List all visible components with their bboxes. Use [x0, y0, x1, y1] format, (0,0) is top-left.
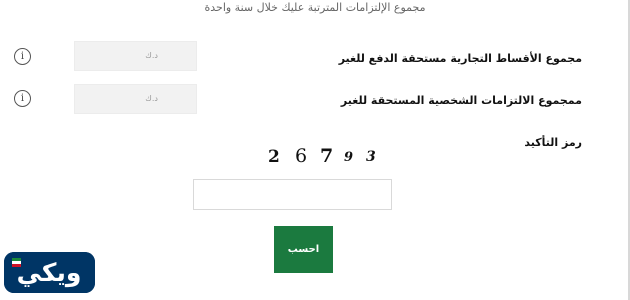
- captcha-char: 2: [268, 147, 280, 167]
- weekay-logo: ويكي: [4, 252, 95, 293]
- section-header: مجموع الإلتزامات المترتبة عليك خلال سنة …: [204, 1, 426, 14]
- personal-obligations-input[interactable]: د.ك: [74, 84, 197, 114]
- captcha-char: 7: [320, 145, 334, 167]
- captcha-image: 2 6 7 9 3: [268, 145, 383, 167]
- captcha-char: 9: [344, 150, 354, 165]
- confirmation-code-input[interactable]: [193, 179, 392, 210]
- calculate-button[interactable]: احسب: [274, 226, 333, 273]
- captcha-char: 6: [295, 145, 308, 167]
- calculator-page: مجموع الإلتزامات المترتبة عليك خلال سنة …: [0, 0, 630, 300]
- info-icon[interactable]: i: [14, 90, 31, 107]
- weekay-logo-graphic: ويكي: [4, 252, 95, 293]
- confirmation-code-label: رمز التأكيد: [524, 136, 582, 149]
- info-icon[interactable]: i: [14, 48, 31, 65]
- personal-obligations-label: ممجموع الالتزامات الشخصية المستحقة للغير: [340, 94, 582, 107]
- captcha-char: 3: [366, 149, 376, 165]
- commercial-installments-label: مجموع الأقساط التجارية مستحقة الدفع للغي…: [338, 52, 582, 65]
- svg-text:ويكي: ويكي: [17, 258, 82, 288]
- commercial-installments-input[interactable]: د.ك: [74, 41, 197, 71]
